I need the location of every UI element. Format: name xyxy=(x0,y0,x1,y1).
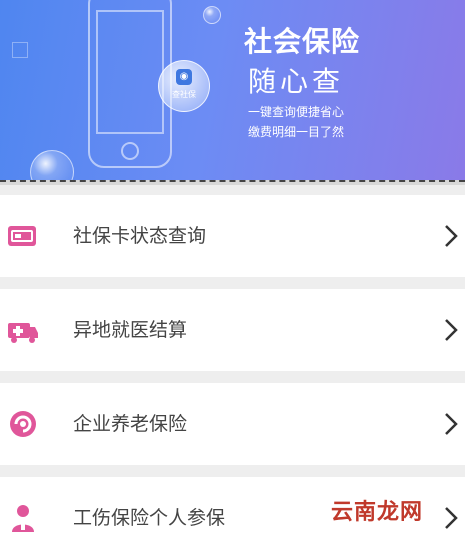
menu-item-card-status[interactable]: 社保卡状态查询 xyxy=(0,195,465,277)
banner-line-2: 缴费明细一目了然 xyxy=(248,125,345,139)
pension-icon xyxy=(10,411,36,437)
menu-item-enterprise-pension[interactable]: 企业养老保险 xyxy=(0,383,465,465)
menu-item-remote-medical[interactable]: 异地就医结算 xyxy=(0,289,465,371)
watermark: 云南龙网 xyxy=(326,494,427,526)
phone-screen xyxy=(96,10,164,134)
banner-subtitle: 随心查 xyxy=(248,65,345,98)
menu-item-label: 异地就医结算 xyxy=(73,319,188,341)
banner-title: 社会保险 xyxy=(244,25,361,58)
ambulance-icon xyxy=(8,323,38,343)
shield-icon: ◉ xyxy=(176,69,192,85)
divider xyxy=(0,180,465,185)
chevron-right-icon xyxy=(445,413,458,435)
chevron-right-icon xyxy=(445,225,458,247)
bubble-decoration xyxy=(30,150,74,180)
card-icon xyxy=(8,226,36,246)
worker-icon xyxy=(12,505,34,532)
menu-item-label: 工伤保险个人参保 xyxy=(73,507,226,529)
chevron-right-icon xyxy=(445,319,458,341)
menu-item-label: 社保卡状态查询 xyxy=(73,225,207,247)
menu-item-label: 企业养老保险 xyxy=(73,413,188,435)
badge-label: 查社保 xyxy=(172,90,196,99)
social-security-badge: ◉ 查社保 xyxy=(158,60,210,112)
decoration-square xyxy=(12,42,28,58)
bubble-decoration xyxy=(203,6,221,24)
banner-line-1: 一键查询便捷省心 xyxy=(248,105,345,119)
chevron-right-icon xyxy=(445,507,458,529)
phone-home-button xyxy=(121,142,139,160)
header-banner: ◉ 查社保 社会保险 随心查 一键查询便捷省心 缴费明细一目了然 xyxy=(0,0,465,180)
